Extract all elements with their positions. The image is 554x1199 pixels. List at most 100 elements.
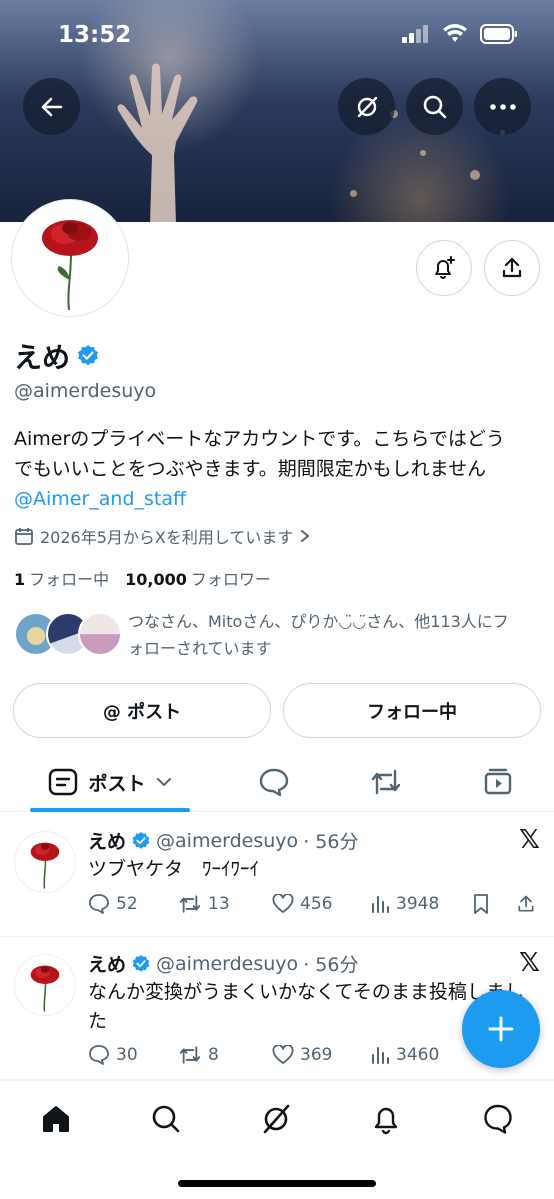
profile-avatar[interactable] xyxy=(12,200,128,316)
signal-icon xyxy=(402,25,428,43)
speech-bubble-icon xyxy=(259,768,289,797)
followers-label: フォロワー xyxy=(190,570,271,589)
status-bar: 13:52 xyxy=(0,0,554,74)
bar-chart-icon xyxy=(372,896,389,913)
view-count: 3948 xyxy=(396,894,440,914)
tab-replies[interactable] xyxy=(244,752,304,812)
rose-image xyxy=(30,965,60,1012)
like-button[interactable]: 369 xyxy=(272,1045,370,1065)
followed-by-line: つなさん、Mitoさん、ぴりか◡̈◡̈さん、他113人にフ xyxy=(128,612,509,631)
notify-button[interactable] xyxy=(416,240,472,296)
profile-name: えめ xyxy=(14,341,71,374)
nav-messages[interactable] xyxy=(478,1099,518,1139)
bio-line: Aimerのプライベートなアカウントです。こちらではどう xyxy=(14,428,505,450)
tab-reposts[interactable] xyxy=(356,752,416,812)
share-icon xyxy=(502,257,522,278)
reply-icon xyxy=(89,1045,109,1065)
followers-link[interactable]: 10,000 フォロワー xyxy=(125,566,271,590)
follower-avatar xyxy=(78,612,122,656)
tab-posts[interactable]: ポスト xyxy=(30,752,190,812)
tab-media[interactable] xyxy=(468,752,528,812)
reply-count: 52 xyxy=(116,894,138,914)
verified-icon xyxy=(132,831,150,849)
tweet-header: えめ @aimerdesuyo · 56分 xyxy=(88,827,358,854)
nav-search[interactable] xyxy=(146,1099,186,1139)
tweet-author-handle[interactable]: @aimerdesuyo xyxy=(156,830,298,852)
bio-line: でもいいことをつぶやきます。期間限定かもしれません xyxy=(14,458,487,480)
rose-image xyxy=(30,842,60,889)
bookmark-button[interactable] xyxy=(472,893,516,915)
follow-counts: 1 フォロー中 10,000 フォロワー xyxy=(14,566,271,590)
tweet-author-name[interactable]: えめ xyxy=(88,950,126,977)
more-button[interactable] xyxy=(474,78,531,135)
repost-icon xyxy=(179,895,201,913)
share-icon xyxy=(518,895,534,912)
search-icon xyxy=(152,1105,180,1133)
arrow-left-icon xyxy=(41,97,62,116)
calendar-icon xyxy=(15,528,33,545)
nav-notifications[interactable] xyxy=(366,1099,406,1139)
following-link[interactable]: 1 フォロー中 xyxy=(14,566,109,590)
following-count: 1 xyxy=(14,570,26,589)
views-button[interactable]: 3460 xyxy=(370,1045,472,1065)
rose-image xyxy=(42,220,98,310)
wifi-icon xyxy=(443,24,467,42)
reply-button[interactable]: 30 xyxy=(88,1044,178,1066)
tweet-author-handle[interactable]: @aimerdesuyo xyxy=(156,953,298,975)
followed-by[interactable]: つなさん、Mitoさん、ぴりか◡̈◡̈さん、他113人にフ ォローされています xyxy=(14,608,544,662)
repost-button[interactable]: 8 xyxy=(178,1044,272,1066)
battery-icon xyxy=(480,24,517,44)
following-label: フォロー中 xyxy=(29,570,110,589)
tweet-author-name[interactable]: えめ xyxy=(88,827,126,854)
like-count: 369 xyxy=(300,1045,333,1065)
followers-count: 10,000 xyxy=(125,570,187,589)
tweet-avatar[interactable] xyxy=(14,954,76,1016)
verified-icon[interactable] xyxy=(76,344,100,368)
back-button[interactable] xyxy=(23,78,80,135)
followed-by-text: つなさん、Mitoさん、ぴりか◡̈◡̈さん、他113人にフ ォローされています xyxy=(128,608,509,662)
profile-name-row: えめ xyxy=(14,336,100,376)
search-button[interactable] xyxy=(406,78,463,135)
tweet-text: ツブヤケタ ﾜｰｲﾜｰｲ xyxy=(88,858,260,880)
tweet-actions: 52 13 456 3948 xyxy=(88,893,544,915)
video-icon xyxy=(484,768,512,795)
bar-chart-icon xyxy=(372,1047,389,1064)
nav-home[interactable] xyxy=(36,1099,76,1139)
home-icon xyxy=(43,1106,69,1132)
plus-icon xyxy=(488,1016,514,1042)
repost-icon xyxy=(371,769,401,795)
active-tab-indicator xyxy=(30,808,190,812)
hand-image xyxy=(117,63,198,222)
heart-icon xyxy=(272,1045,294,1064)
nav-grok[interactable] xyxy=(256,1099,296,1139)
profile-banner[interactable]: 13:52 xyxy=(0,0,554,222)
repost-icon xyxy=(179,1046,201,1064)
grok-button[interactable] xyxy=(338,78,395,135)
share-tweet-button[interactable] xyxy=(516,893,540,915)
reply-count: 30 xyxy=(116,1045,138,1065)
following-button[interactable]: フォロー中 xyxy=(283,683,541,738)
mention-post-button[interactable]: @ ポスト xyxy=(13,683,271,738)
home-indicator xyxy=(178,1180,376,1187)
share-button[interactable] xyxy=(484,240,540,296)
tweet-header: えめ @aimerdesuyo · 56分 xyxy=(88,950,358,977)
tweet-item[interactable]: えめ @aimerdesuyo · 56分 𝕏 ツブヤケタ ﾜｰｲﾜｰｲ 52 … xyxy=(0,813,554,937)
like-button[interactable]: 456 xyxy=(272,894,370,914)
reply-button[interactable]: 52 xyxy=(88,893,178,915)
repost-button[interactable]: 13 xyxy=(178,893,272,915)
follower-avatars xyxy=(14,608,122,660)
tweet-avatar[interactable] xyxy=(14,831,76,893)
joined-text: 2026年5月からXを利用しています xyxy=(40,528,294,547)
chevron-down-icon xyxy=(156,778,171,786)
bio-link[interactable]: @Aimer_and_staff xyxy=(14,484,544,514)
views-button[interactable]: 3948 xyxy=(370,894,472,914)
compose-button[interactable] xyxy=(462,990,540,1068)
heart-icon xyxy=(272,894,294,913)
reply-icon xyxy=(89,894,109,914)
tweet-time: · 56分 xyxy=(303,954,359,976)
grok-icon xyxy=(263,1104,290,1134)
joined-date[interactable]: 2026年5月からXを利用しています xyxy=(14,524,311,548)
x-logo-icon: 𝕏 xyxy=(519,825,540,855)
status-time: 13:52 xyxy=(58,22,132,48)
followed-by-line: ォローされています xyxy=(128,639,272,658)
